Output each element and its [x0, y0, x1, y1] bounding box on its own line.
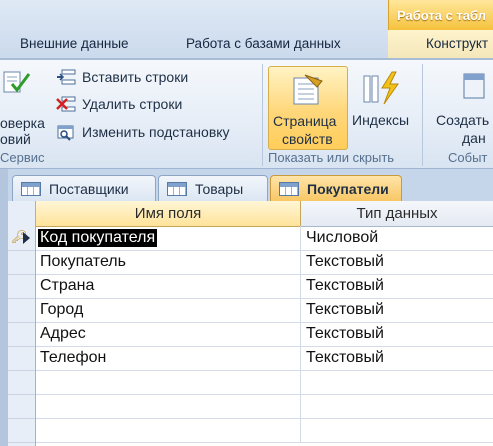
cell-divider	[300, 274, 301, 298]
row-selector-column: 🔑︎	[8, 201, 36, 446]
tab-customers-label: Покупатели	[307, 180, 389, 197]
cell-divider	[300, 346, 301, 370]
context-tab-title: Работа с табл	[397, 8, 486, 23]
group-separator	[422, 64, 423, 166]
indexes-label: Индексы	[352, 112, 410, 128]
group-separator	[262, 64, 263, 166]
table-row[interactable]: Адрес Текстовый	[36, 322, 493, 347]
table-icon	[21, 181, 41, 196]
data-type-cell[interactable]: Числовой	[306, 229, 378, 247]
delete-rows-label: Удалить строки	[82, 96, 183, 112]
row-selector[interactable]	[8, 418, 35, 443]
table-row[interactable]: Телефон Текстовый	[36, 346, 493, 371]
row-selector[interactable]	[8, 274, 35, 299]
data-macro-icon	[463, 73, 485, 99]
tab-database-tools[interactable]: Работа с базами данных	[186, 36, 341, 51]
tab-customers[interactable]: Покупатели	[270, 175, 402, 201]
table-row[interactable]: Покупатель Текстовый	[36, 250, 493, 275]
group-label-service: Сервис	[0, 150, 45, 165]
tab-suppliers-label: Поставщики	[49, 180, 129, 197]
field-name-cell[interactable]: Покупатель	[40, 253, 126, 271]
create-label-1: Создать	[436, 112, 490, 128]
table-icon	[167, 181, 187, 196]
delete-rows-icon	[56, 96, 76, 112]
row-selector[interactable]	[8, 346, 35, 371]
current-row-arrow-icon	[23, 232, 30, 244]
property-sheet-button[interactable]: Страница свойств	[268, 66, 348, 150]
group-label-events: Событ	[448, 150, 488, 165]
group-label-show-hide: Показать или скрыть	[268, 150, 395, 165]
change-lookup-button[interactable]: Изменить подстановку	[56, 121, 230, 143]
data-type-cell[interactable]: Текстовый	[306, 301, 384, 319]
cell-divider	[300, 418, 301, 442]
cell-divider	[300, 394, 301, 418]
row-selector[interactable]	[8, 322, 35, 347]
change-lookup-label: Изменить подстановку	[82, 124, 230, 140]
cell-divider	[300, 298, 301, 322]
cell-divider	[300, 250, 301, 274]
indexes-icon	[363, 71, 399, 105]
data-type-cell[interactable]: Текстовый	[306, 253, 384, 271]
tab-suppliers[interactable]: Поставщики	[12, 175, 156, 201]
row-selector[interactable]	[8, 394, 35, 419]
field-name-cell[interactable]: Код покупателя	[38, 229, 158, 247]
tab-design[interactable]: Конструкт	[426, 36, 488, 51]
row-selector[interactable]	[8, 250, 35, 275]
column-header-field-name[interactable]: Имя поля	[36, 201, 301, 227]
create-data-macros-button[interactable]: Создать дан	[430, 66, 493, 148]
table-row[interactable]	[36, 394, 493, 419]
data-type-cell[interactable]: Текстовый	[306, 277, 384, 295]
test-validation-label-2: овий	[0, 131, 31, 147]
tab-products-label: Товары	[195, 180, 244, 197]
ribbon-tab-strip: Работа с табл Внешние данные Работа с ба…	[0, 0, 493, 60]
property-sheet-icon	[293, 74, 323, 105]
field-name-cell[interactable]: Телефон	[40, 349, 106, 367]
table-row[interactable]	[36, 370, 493, 395]
cell-divider	[300, 370, 301, 394]
document-tabs: Поставщики Товары Покупатели	[8, 169, 493, 201]
create-label-2: дан	[462, 130, 486, 146]
data-type-cell[interactable]: Текстовый	[306, 349, 384, 367]
table-row[interactable]	[36, 418, 493, 443]
delete-rows-button[interactable]: Удалить строки	[56, 93, 182, 115]
field-name-cell[interactable]: Страна	[40, 277, 94, 295]
cell-divider	[300, 226, 301, 250]
property-sheet-label-2: свойств	[282, 131, 333, 147]
ribbon: оверка овий Вставить строки Удалить стро…	[0, 60, 493, 169]
tab-external-data[interactable]: Внешние данные	[20, 36, 129, 51]
row-selector[interactable]	[8, 370, 35, 395]
row-selector[interactable]	[8, 298, 35, 323]
field-name-cell[interactable]: Город	[40, 301, 83, 319]
data-type-cell[interactable]: Текстовый	[306, 325, 384, 343]
property-sheet-label-1: Страница	[273, 113, 337, 129]
insert-rows-button[interactable]: Вставить строки	[56, 66, 188, 88]
table-row[interactable]: Город Текстовый	[36, 298, 493, 323]
lookup-icon	[57, 125, 74, 141]
row-selector[interactable]: 🔑︎	[8, 226, 35, 251]
table-row[interactable]: Страна Текстовый	[36, 274, 493, 299]
test-validation-label-1: оверка	[0, 115, 45, 131]
column-header-data-type[interactable]: Тип данных	[301, 201, 493, 227]
field-name-cell[interactable]: Адрес	[40, 325, 86, 343]
indexes-button[interactable]: Индексы	[352, 66, 414, 148]
table-design-grid: 🔑︎ Имя поля Тип данных Код покупателя Чи…	[8, 201, 493, 446]
tab-products[interactable]: Товары	[158, 175, 268, 201]
table-tools-context-band: Работа с табл	[388, 0, 493, 30]
table-icon	[279, 181, 299, 196]
table-row[interactable]: Код покупателя Числовой	[36, 226, 493, 251]
insert-rows-label: Вставить строки	[82, 69, 189, 85]
navigation-pane-edge[interactable]	[0, 169, 8, 446]
insert-rows-icon	[57, 69, 76, 85]
cell-divider	[300, 322, 301, 346]
test-validation-icon	[3, 71, 31, 93]
